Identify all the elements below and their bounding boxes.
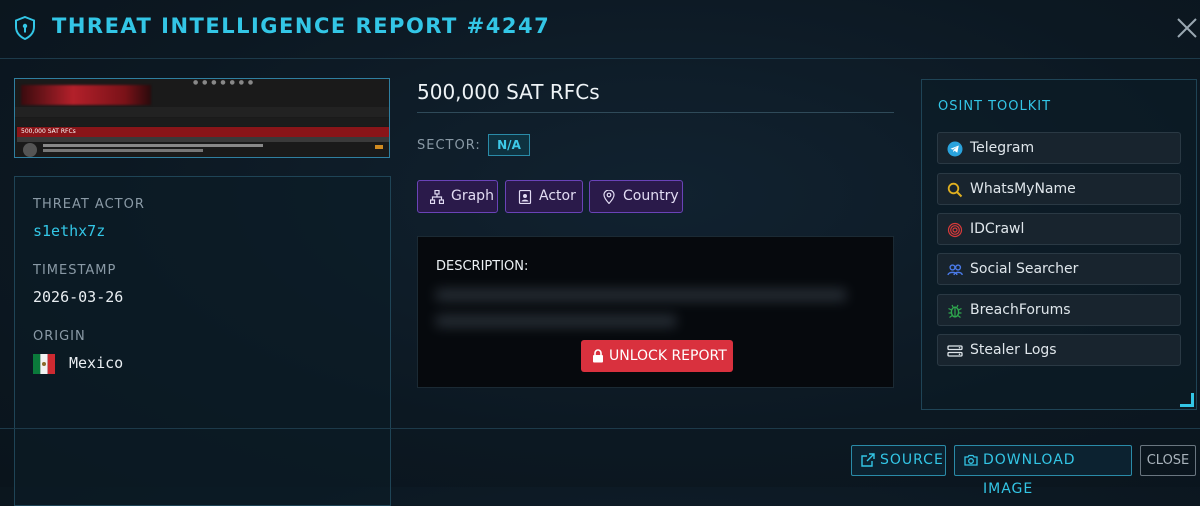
osint-toolkit-panel: OSINT TOOLKIT Telegram WhatsMyName IDCra… xyxy=(921,79,1197,410)
graph-icon xyxy=(430,190,444,204)
thumbnail-text-line xyxy=(43,149,203,152)
report-details-card: THREAT ACTOR s1ethx7z TIMESTAMP 2026-03-… xyxy=(14,176,391,506)
origin-value: Mexico xyxy=(69,354,124,372)
actor-button-label: Actor xyxy=(539,188,576,204)
description-panel: DESCRIPTION: UNLOCK REPORT xyxy=(417,236,894,388)
external-link-icon xyxy=(861,453,875,467)
tool-social-searcher-label: Social Searcher xyxy=(970,261,1079,277)
tool-telegram-label: Telegram xyxy=(970,140,1035,156)
graph-button[interactable]: Graph xyxy=(417,180,498,213)
post-screenshot-thumbnail[interactable]: ● ● ● ● ● ● ● 500,000 SAT RFCs xyxy=(14,78,390,158)
bug-icon xyxy=(948,304,962,318)
threat-actor-label: THREAT ACTOR xyxy=(33,197,145,212)
mexico-flag-icon xyxy=(33,354,55,374)
osint-toolkit-title: OSINT TOOLKIT xyxy=(938,99,1052,114)
threat-actor-value[interactable]: s1ethx7z xyxy=(33,222,105,240)
sector-badge: N/A xyxy=(488,134,530,156)
source-button[interactable]: SOURCE xyxy=(851,445,946,476)
tool-telegram[interactable]: Telegram xyxy=(937,132,1181,164)
users-icon xyxy=(947,264,963,276)
footer-divider xyxy=(0,428,1200,429)
avatar xyxy=(23,143,37,157)
download-image-label: DOWNLOAD IMAGE xyxy=(983,452,1076,497)
source-button-label: SOURCE xyxy=(880,452,944,468)
tool-whatsmyname[interactable]: WhatsMyName xyxy=(937,173,1181,205)
tool-idcrawl[interactable]: IDCrawl xyxy=(937,213,1181,245)
tool-stealer-logs[interactable]: Stealer Logs xyxy=(937,334,1181,366)
map-pin-icon xyxy=(603,190,615,204)
thumbnail-header-row xyxy=(15,107,389,117)
tool-stealer-logs-label: Stealer Logs xyxy=(970,342,1057,358)
timestamp-value: 2026-03-26 xyxy=(33,288,124,306)
thumbnail-button xyxy=(375,145,383,149)
country-button[interactable]: Country xyxy=(589,180,683,213)
unlock-report-label: UNLOCK REPORT xyxy=(609,348,727,364)
server-icon xyxy=(947,345,963,357)
country-button-label: Country xyxy=(623,188,679,204)
timestamp-label: TIMESTAMP xyxy=(33,263,117,278)
shield-icon xyxy=(15,16,35,40)
thumbnail-post xyxy=(19,143,387,157)
download-image-button[interactable]: DOWNLOAD IMAGE xyxy=(954,445,1132,497)
divider xyxy=(417,112,894,113)
thumbnail-dots: ● ● ● ● ● ● ● xyxy=(193,79,255,86)
tool-whatsmyname-label: WhatsMyName xyxy=(970,181,1076,197)
tool-idcrawl-label: IDCrawl xyxy=(970,221,1025,237)
search-icon xyxy=(947,182,963,198)
graph-button-label: Graph xyxy=(451,188,494,204)
sector-label: SECTOR: xyxy=(417,138,481,153)
telegram-icon xyxy=(947,141,963,157)
close-icon[interactable] xyxy=(1176,17,1198,39)
resize-corner xyxy=(1180,393,1194,407)
origin-label: ORIGIN xyxy=(33,329,86,344)
close-button[interactable]: CLOSE xyxy=(1140,445,1196,476)
thumbnail-blurred-banner xyxy=(21,85,151,105)
unlock-report-button[interactable]: UNLOCK REPORT xyxy=(581,340,733,372)
redacted-text xyxy=(436,315,676,327)
modal-header: THREAT INTELLIGENCE REPORT #4247 xyxy=(0,0,1200,59)
tool-social-searcher[interactable]: Social Searcher xyxy=(937,253,1181,285)
tool-breachforums[interactable]: BreachForums xyxy=(937,294,1181,326)
actor-button[interactable]: Actor xyxy=(505,180,583,213)
report-title: THREAT INTELLIGENCE REPORT #4247 xyxy=(52,14,551,38)
id-badge-icon xyxy=(518,190,532,204)
fingerprint-icon xyxy=(947,222,963,238)
tool-breachforums-label: BreachForums xyxy=(970,302,1071,318)
thumbnail-title-row: 500,000 SAT RFCs xyxy=(17,127,389,137)
thumbnail-text-line xyxy=(43,144,263,147)
redacted-text xyxy=(436,289,846,301)
thumbnail-nav-row xyxy=(15,118,389,126)
camera-icon xyxy=(964,454,978,466)
description-label: DESCRIPTION: xyxy=(436,259,529,274)
report-headline: 500,000 SAT RFCs xyxy=(417,80,600,104)
thumbnail-post-title: 500,000 SAT RFCs xyxy=(21,128,76,135)
thumbnail-meta-row xyxy=(17,137,389,142)
lock-icon xyxy=(593,349,603,363)
